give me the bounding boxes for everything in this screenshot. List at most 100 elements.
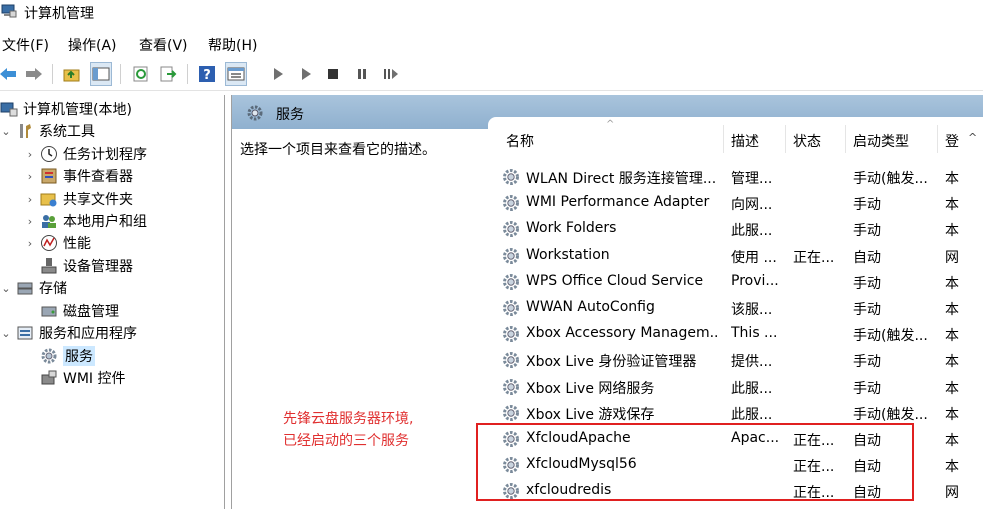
computer-management-icon [1, 4, 17, 18]
gear-icon [247, 105, 263, 121]
service-name: Xbox Live 网络服务 [526, 380, 655, 397]
column-header-status[interactable]: 状态 [793, 131, 821, 151]
chevron-right-icon[interactable]: › [24, 237, 36, 250]
gear-icon [503, 326, 519, 343]
tree-item-task-scheduler[interactable]: › 任务计划程序 [24, 143, 147, 165]
column-header-name[interactable]: 名称 [506, 131, 534, 151]
service-description: 管理... [731, 171, 773, 187]
pause-icon[interactable] [352, 63, 372, 85]
help-icon[interactable]: ? [197, 63, 217, 85]
chevron-right-icon[interactable]: › [24, 215, 36, 228]
navigation-tree: 计算机管理(本地) ⌄ 系统工具 › 任务计划程序 › 事件查看器 › 共享文件… [0, 95, 225, 509]
scroll-up-arrow-icon[interactable]: ^ [968, 131, 983, 144]
tree-item-storage[interactable]: ⌄ 存储 [0, 277, 67, 299]
tree-item-root[interactable]: 计算机管理(本地) [0, 98, 132, 120]
title-bar: 计算机管理 [0, 0, 983, 26]
service-description: 提供... [731, 354, 773, 371]
chevron-right-icon[interactable]: › [24, 148, 36, 161]
chevron-right-icon[interactable]: › [24, 193, 36, 206]
service-logon: 本 [945, 275, 959, 292]
tree-item-services[interactable]: 服务 [40, 345, 95, 367]
gear-icon [503, 300, 519, 316]
table-row[interactable]: Xbox Live 身份验证管理器 提供... 手动 本 [488, 347, 968, 373]
tree-item-services-apps[interactable]: ⌄ 服务和应用程序 [0, 322, 137, 344]
column-header-description[interactable]: 描述 [731, 131, 759, 151]
tools-icon [20, 124, 31, 138]
menu-action[interactable]: 操作(A) [68, 35, 117, 55]
play-icon[interactable] [268, 63, 288, 85]
annotation-note: 先锋云盘服务器环境, 已经启动的三个服务 [283, 408, 413, 452]
service-name: Xbox Accessory Managem... [526, 325, 720, 342]
table-row[interactable]: Xbox Live 游戏保存 此服... 手动(触发... 本 [488, 400, 968, 426]
menu-view[interactable]: 查看(V) [139, 35, 188, 55]
tree-item-device-manager[interactable]: 设备管理器 [40, 255, 133, 277]
shared-folder-icon [40, 193, 57, 207]
users-icon [42, 215, 56, 228]
tree-item-shared-folders[interactable]: › 共享文件夹 [24, 188, 133, 210]
annotation-line-1: 先锋云盘服务器环境, [283, 411, 414, 427]
column-header-logon[interactable]: 登 [945, 131, 959, 151]
table-row[interactable]: Xbox Accessory Managem... This ... 手动(触发… [488, 321, 968, 347]
service-logon: 本 [945, 406, 959, 423]
table-row[interactable]: Workstation 使用 ... 正在... 自动 网 [488, 243, 968, 269]
tree-item-wmi-control[interactable]: WMI 控件 [40, 367, 126, 389]
toolbar: ? [0, 58, 983, 91]
table-row[interactable]: WLAN Direct 服务连接管理... 管理... 手动(触发... 本 [488, 164, 968, 190]
service-description: 该服... [731, 302, 773, 318]
back-arrow-icon[interactable] [0, 63, 18, 85]
forward-arrow-icon[interactable] [24, 63, 44, 85]
service-logon: 本 [945, 223, 959, 240]
service-description: 使用 ... [731, 249, 777, 266]
chevron-down-icon[interactable]: ⌄ [0, 125, 12, 138]
gear-icon [503, 352, 519, 369]
service-logon: 本 [945, 171, 959, 187]
service-logon: 本 [945, 197, 959, 214]
export-icon[interactable] [158, 63, 178, 85]
table-row[interactable]: Xbox Live 网络服务 此服... 手动 本 [488, 374, 968, 400]
service-logon: 网 [945, 249, 959, 266]
service-name: Work Folders [526, 220, 617, 237]
menu-bar: 文件(F) 操作(A) 查看(V) 帮助(H) [0, 32, 983, 56]
sort-up-icon: ^ [606, 119, 615, 130]
table-row[interactable]: WPS Office Cloud Service Provi... 手动 本 [488, 269, 968, 295]
chevron-down-icon[interactable]: ⌄ [0, 327, 12, 340]
service-logon: 本 [945, 328, 959, 345]
svg-text:?: ? [203, 68, 211, 83]
up-folder-icon[interactable] [62, 63, 82, 85]
service-logon: 本 [945, 380, 959, 397]
service-startup-type: 手动(触发... [853, 328, 928, 345]
properties-icon[interactable] [225, 62, 247, 86]
service-name: Workstation [526, 246, 610, 263]
play-alt-icon[interactable] [296, 63, 316, 85]
stop-icon[interactable] [323, 63, 343, 85]
tree-item-performance[interactable]: › 性能 [24, 232, 91, 254]
description-hint: 选择一个项目来查看它的描述。 [240, 142, 436, 158]
tree-item-disk-management[interactable]: 磁盘管理 [40, 300, 119, 322]
tree-item-event-viewer[interactable]: › 事件查看器 [24, 165, 133, 187]
tree-item-local-users[interactable]: › 本地用户和组 [24, 210, 147, 232]
wmi-icon [41, 370, 57, 385]
show-tree-icon[interactable] [90, 62, 112, 86]
menu-file[interactable]: 文件(F) [2, 35, 49, 55]
service-description: Provi... [731, 272, 779, 289]
menu-help[interactable]: 帮助(H) [208, 35, 257, 55]
service-logon: 本 [945, 302, 959, 318]
gear-icon [503, 378, 519, 395]
device-manager-icon [41, 258, 57, 274]
clock-icon [41, 146, 57, 162]
service-startup-type: 手动 [853, 302, 881, 318]
service-description: 向网... [731, 197, 773, 214]
chevron-right-icon[interactable]: › [24, 170, 36, 183]
storage-icon [17, 282, 33, 295]
refresh-icon[interactable] [131, 63, 151, 85]
table-row[interactable]: WWAN AutoConfig 该服... 手动 本 [488, 295, 968, 321]
service-startup-type: 手动 [853, 275, 881, 292]
chevron-down-icon[interactable]: ⌄ [0, 282, 12, 295]
table-row[interactable]: Work Folders 此服... 手动 本 [488, 216, 968, 242]
restart-icon[interactable] [381, 63, 401, 85]
tree-item-system-tools[interactable]: ⌄ 系统工具 [0, 120, 95, 142]
column-header-startup-type[interactable]: 启动类型 [853, 131, 909, 151]
service-description: 此服... [731, 223, 773, 240]
table-row[interactable]: WMI Performance Adapter 向网... 手动 本 [488, 190, 968, 216]
pane-title: 服务 [276, 107, 304, 123]
